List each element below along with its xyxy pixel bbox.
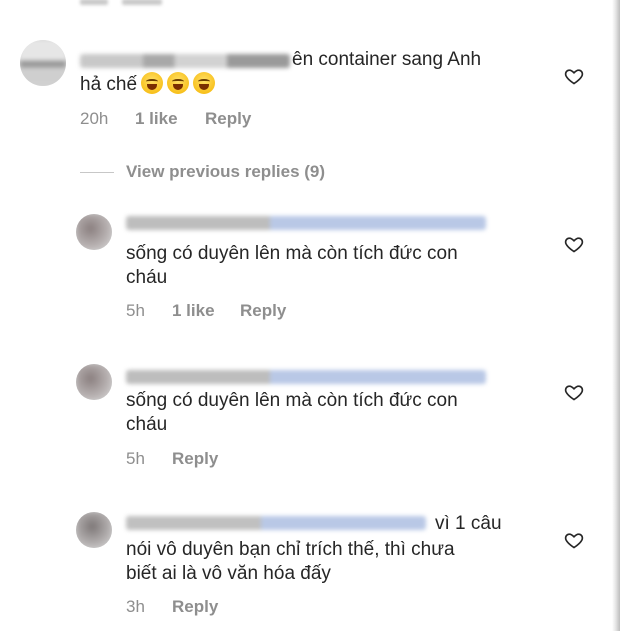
- comment-text: sống có duyên lên mà còn tích đức con: [126, 243, 458, 264]
- heart-outline-icon[interactable]: [564, 234, 584, 254]
- comment-text: cháu: [126, 414, 168, 435]
- reply-button[interactable]: Reply: [172, 597, 218, 617]
- comment-meta: 3h Reply: [126, 597, 218, 617]
- comment-text: hả chế: [80, 72, 216, 98]
- comment-text: ên container sang Anh: [292, 49, 482, 70]
- reply-button[interactable]: Reply: [240, 301, 286, 321]
- timestamp: 3h: [126, 597, 145, 616]
- thread-line: [80, 171, 114, 173]
- view-previous-replies[interactable]: View previous replies (9): [80, 162, 325, 182]
- comment-text: vì 1 câu: [435, 513, 502, 534]
- heart-outline-icon[interactable]: [564, 66, 584, 86]
- tears-of-joy-emoji: [141, 72, 164, 94]
- timestamp: 20h: [80, 109, 109, 128]
- comment-text: nói vô duyên bạn chỉ trích thế, thì chưa: [126, 539, 455, 560]
- avatar[interactable]: [76, 364, 112, 400]
- tears-of-joy-emoji: [167, 72, 190, 94]
- comment-meta: 20h 1 like Reply: [80, 109, 251, 129]
- comment-meta: 5h 1 like Reply: [126, 301, 286, 321]
- likes-count[interactable]: 1 like: [172, 301, 240, 321]
- comment-meta: 5h Reply: [126, 449, 218, 469]
- comment-text: sống có duyên lên mà còn tích đức con: [126, 390, 458, 411]
- avatar[interactable]: [76, 512, 112, 548]
- timestamp: 5h: [126, 449, 145, 468]
- cropped-previous-comment-meta: [80, 0, 180, 5]
- timestamp: 5h: [126, 301, 145, 320]
- heart-outline-icon[interactable]: [564, 382, 584, 402]
- avatar[interactable]: [20, 40, 66, 86]
- comment-text: cháu: [126, 267, 168, 288]
- view-previous-replies-label: View previous replies (9): [126, 162, 326, 181]
- likes-count[interactable]: 1 like: [135, 109, 205, 129]
- heart-outline-icon[interactable]: [564, 530, 584, 550]
- tears-of-joy-emoji: [193, 72, 216, 94]
- reply-button[interactable]: Reply: [172, 449, 218, 469]
- avatar[interactable]: [76, 214, 112, 250]
- screen-edge: [612, 0, 620, 631]
- comment-text: biết ai là vô văn hóa đấy: [126, 563, 331, 584]
- reply-button[interactable]: Reply: [205, 109, 251, 129]
